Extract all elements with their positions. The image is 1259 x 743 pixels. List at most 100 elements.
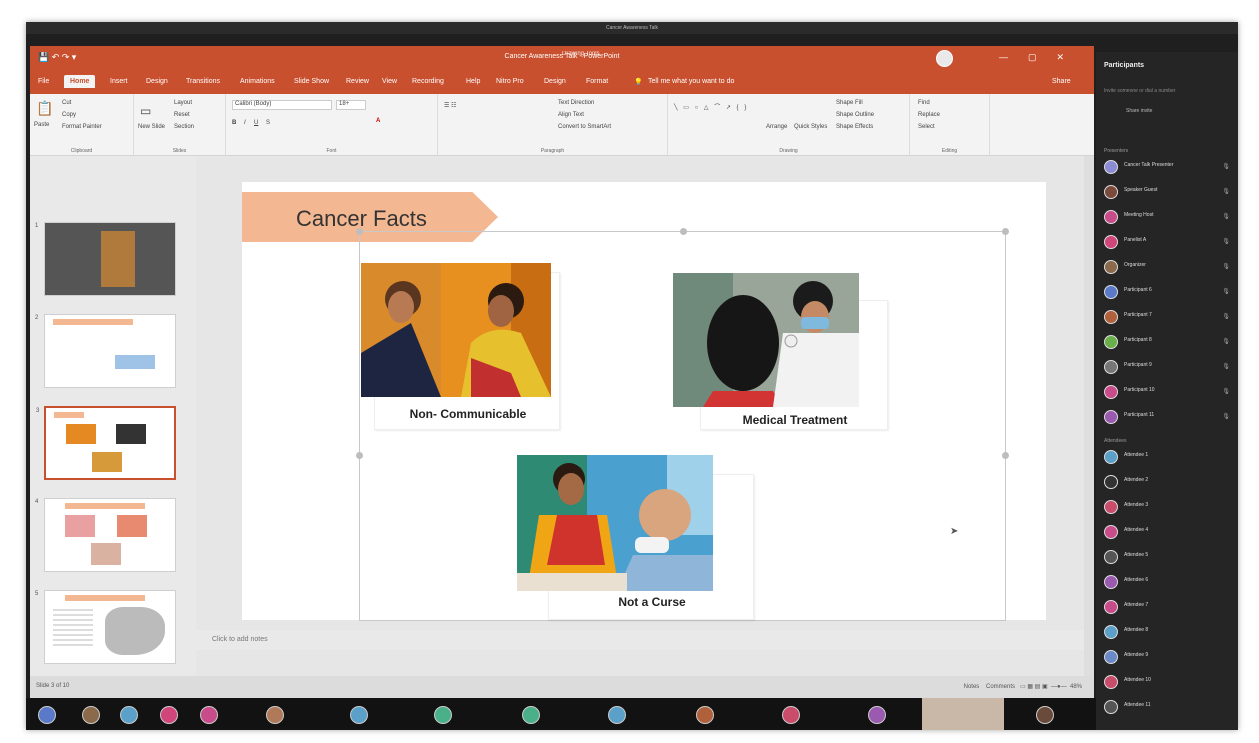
tab-insert[interactable]: Insert: [110, 78, 128, 85]
cut-button[interactable]: Cut: [62, 100, 71, 106]
photo-card-not-a-curse[interactable]: Not a Curse: [517, 455, 754, 620]
participant-row[interactable]: Attendee 8: [1104, 623, 1230, 643]
participant-row[interactable]: Attendee 7: [1104, 598, 1230, 618]
tab-nitro-pro[interactable]: Nitro Pro: [496, 78, 524, 85]
resize-handle[interactable]: [680, 228, 687, 235]
participant-row[interactable]: Panelist A 🎙: [1104, 233, 1230, 253]
find-button[interactable]: Find: [918, 100, 930, 106]
participant-row[interactable]: Attendee 5: [1104, 548, 1230, 568]
new-slide-button[interactable]: New Slide: [138, 124, 165, 130]
quick-styles-button[interactable]: Quick Styles: [794, 124, 827, 130]
arrange-button[interactable]: Arrange: [766, 124, 787, 130]
video-avatar[interactable]: [522, 706, 540, 724]
video-avatar[interactable]: [608, 706, 626, 724]
tell-me-search[interactable]: Tell me what you want to do: [648, 78, 734, 85]
tab-recording[interactable]: Recording: [412, 78, 444, 85]
participant-row[interactable]: Attendee 4: [1104, 523, 1230, 543]
tab-transitions[interactable]: Transitions: [186, 78, 220, 85]
tab-slide-show[interactable]: Slide Show: [294, 78, 329, 85]
share-button[interactable]: Share: [1052, 78, 1071, 85]
tab-format[interactable]: Format: [586, 78, 608, 85]
participant-row[interactable]: Speaker Guest 🎙: [1104, 183, 1230, 203]
underline-button[interactable]: U: [254, 120, 258, 126]
replace-button[interactable]: Replace: [918, 112, 940, 118]
slide-thumbnail-5[interactable]: 5: [35, 590, 176, 664]
video-avatar[interactable]: [350, 706, 368, 724]
resize-handle[interactable]: [356, 452, 363, 459]
participant-row[interactable]: Cancer Talk Presenter 🎙: [1104, 158, 1230, 178]
video-avatar[interactable]: [266, 706, 284, 724]
video-avatar[interactable]: [696, 706, 714, 724]
participant-row[interactable]: Participant 6 🎙: [1104, 283, 1230, 303]
shapes-gallery[interactable]: ╲ ▭ ○ △ ⌒ ↗ { }: [674, 102, 748, 111]
video-avatar[interactable]: [868, 706, 886, 724]
resize-handle[interactable]: [356, 228, 363, 235]
video-avatar[interactable]: [82, 706, 100, 724]
layout-button[interactable]: Layout: [174, 100, 192, 106]
format-painter-button[interactable]: Format Painter: [62, 124, 102, 130]
video-avatar[interactable]: [434, 706, 452, 724]
participant-row[interactable]: Attendee 10: [1104, 673, 1230, 693]
slide-thumbnail-4[interactable]: 4: [35, 498, 176, 572]
bold-button[interactable]: B: [232, 120, 236, 126]
tab-home[interactable]: Home: [64, 75, 96, 88]
copy-button[interactable]: Copy: [62, 112, 76, 118]
tab-file[interactable]: File: [38, 78, 49, 85]
video-avatar[interactable]: [120, 706, 138, 724]
participant-row[interactable]: Organizer 🎙: [1104, 258, 1230, 278]
tab-review[interactable]: Review: [346, 78, 369, 85]
window-controls[interactable]: —▢✕: [999, 52, 1084, 63]
vertical-scrollbar[interactable]: [1084, 156, 1094, 676]
reset-button[interactable]: Reset: [174, 112, 190, 118]
notes-toggle[interactable]: Notes: [964, 684, 980, 690]
video-avatar[interactable]: [38, 706, 56, 724]
participant-row[interactable]: Attendee 2: [1104, 473, 1230, 493]
notes-pane[interactable]: Click to add notes: [196, 630, 1094, 650]
photo-card-non-communicable[interactable]: Non- Communicable: [361, 263, 560, 430]
current-slide[interactable]: Cancer Facts Non- Communicable Medical T…: [242, 182, 1046, 621]
tab-help[interactable]: Help: [466, 78, 480, 85]
photo-card-medical-treatment[interactable]: Medical Treatment: [673, 273, 888, 430]
participant-row[interactable]: Attendee 1: [1104, 448, 1230, 468]
comments-toggle[interactable]: Comments: [986, 684, 1015, 690]
participant-row[interactable]: Participant 9 🎙: [1104, 358, 1230, 378]
font-size-select[interactable]: 18+: [336, 100, 366, 110]
smartart-button[interactable]: Convert to SmartArt: [558, 124, 611, 130]
align-text-button[interactable]: Align Text: [558, 112, 584, 118]
shape-effects-button[interactable]: Shape Effects: [836, 124, 873, 130]
bullets-icon[interactable]: ☰ ☷: [444, 102, 456, 109]
paste-button[interactable]: Paste: [34, 122, 49, 128]
video-avatar[interactable]: [160, 706, 178, 724]
participant-row[interactable]: Participant 10 🎙: [1104, 383, 1230, 403]
section-button[interactable]: Section: [174, 124, 194, 130]
share-invite-button[interactable]: Share invite: [1126, 108, 1152, 114]
font-name-select[interactable]: Calibri (Body): [232, 100, 332, 110]
slide-thumbnail-1[interactable]: 1: [35, 222, 176, 296]
slide-thumbnail-2[interactable]: 2: [35, 314, 176, 388]
user-avatar[interactable]: [936, 50, 953, 67]
participant-row[interactable]: Attendee 11: [1104, 698, 1230, 718]
participant-row[interactable]: Attendee 3: [1104, 498, 1230, 518]
participant-row[interactable]: Participant 7 🎙: [1104, 308, 1230, 328]
tab-design[interactable]: Design: [146, 78, 168, 85]
font-color-button[interactable]: A: [376, 118, 380, 124]
new-slide-icon[interactable]: ▭: [140, 104, 151, 118]
resize-handle[interactable]: [1002, 452, 1009, 459]
zoom-level[interactable]: 48%: [1070, 684, 1082, 690]
slide-thumbnail-3[interactable]: 3: [36, 406, 176, 480]
participant-row[interactable]: Participant 11 🎙: [1104, 408, 1230, 428]
participant-search-input[interactable]: Invite someone or dial a number: [1104, 88, 1226, 98]
participant-row[interactable]: Participant 8 🎙: [1104, 333, 1230, 353]
strikethrough-button[interactable]: S: [266, 120, 270, 126]
participant-row[interactable]: Meeting Host 🎙: [1104, 208, 1230, 228]
italic-button[interactable]: I: [244, 120, 246, 126]
paste-icon[interactable]: 📋: [36, 100, 53, 117]
participant-row[interactable]: Attendee 6: [1104, 573, 1230, 593]
text-direction-button[interactable]: Text Direction: [558, 100, 594, 106]
video-avatar[interactable]: [200, 706, 218, 724]
select-button[interactable]: Select: [918, 124, 935, 130]
video-feed[interactable]: [922, 698, 1004, 730]
video-avatar[interactable]: [782, 706, 800, 724]
resize-handle[interactable]: [1002, 228, 1009, 235]
shape-fill-button[interactable]: Shape Fill: [836, 100, 863, 106]
